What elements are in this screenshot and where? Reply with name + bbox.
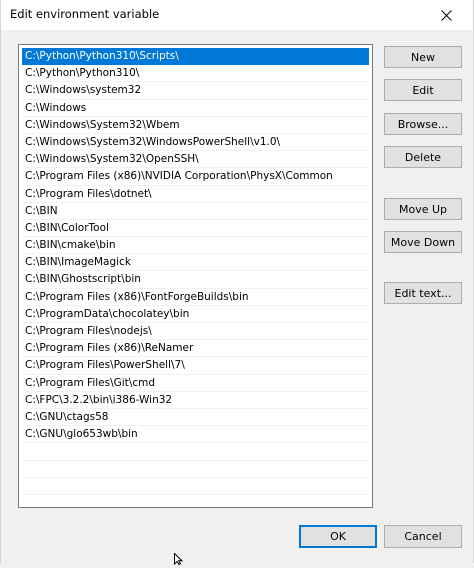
path-list-empty-row[interactable] — [22, 443, 369, 461]
browse-button[interactable]: Browse... — [384, 113, 462, 135]
path-list-items: C:\Python\Python310\Scripts\ C:\Python\Py… — [22, 48, 369, 495]
cancel-button[interactable]: Cancel — [384, 525, 462, 548]
edit-button[interactable]: Edit — [384, 79, 462, 101]
path-list-item[interactable]: C:\Python\Python310\Scripts\ — [22, 48, 369, 66]
path-list-item[interactable]: C:\Windows\System32\Wbem — [22, 117, 369, 134]
path-list-item[interactable]: C:\Windows — [22, 100, 369, 117]
path-list-item[interactable]: C:\BIN\Ghostscript\bin — [22, 271, 369, 289]
mouse-cursor-icon — [174, 552, 184, 568]
path-list-item[interactable]: C:\Windows\system32 — [22, 82, 369, 100]
edit-text-button[interactable]: Edit text... — [384, 282, 462, 304]
path-list-item[interactable]: C:\Python\Python310\ — [22, 65, 369, 83]
path-list-item[interactable]: C:\BIN\ColorTool — [22, 220, 369, 238]
edit-environment-variable-dialog: Edit environment variable C:\Python\Pyth… — [0, 0, 474, 566]
path-list-item[interactable]: C:\Program Files (x86)\FontForgeBuilds\b… — [22, 289, 369, 306]
path-list-item[interactable]: C:\ProgramData\chocolatey\bin — [22, 306, 369, 323]
ok-button[interactable]: OK — [299, 525, 377, 548]
path-list[interactable]: C:\Python\Python310\Scripts\ C:\Python\Py… — [18, 44, 373, 508]
path-list-item[interactable]: C:\FPC\3.2.2\bin\i386-Win32 — [22, 392, 369, 409]
new-button[interactable]: New — [384, 46, 462, 68]
move-up-button[interactable]: Move Up — [384, 198, 462, 220]
path-list-item[interactable]: C:\BIN — [22, 203, 369, 220]
path-list-empty-row[interactable] — [22, 478, 369, 495]
path-list-item[interactable]: C:\GNU\ctags58 — [22, 409, 369, 427]
delete-button[interactable]: Delete — [384, 146, 462, 168]
path-list-item[interactable]: C:\Program Files\nodejs\ — [22, 323, 369, 341]
window-title: Edit environment variable — [10, 7, 160, 21]
path-list-item[interactable]: C:\GNU\glo653wb\bin — [22, 426, 369, 444]
move-down-button[interactable]: Move Down — [384, 231, 462, 253]
close-button[interactable] — [421, 0, 471, 30]
path-list-item[interactable]: C:\Windows\System32\OpenSSH\ — [22, 151, 369, 169]
path-list-item[interactable]: C:\Program Files\PowerShell\7\ — [22, 357, 369, 375]
close-icon — [440, 9, 452, 21]
path-list-item[interactable]: C:\Program Files\dotnet\ — [22, 186, 369, 203]
path-list-item[interactable]: C:\Program Files\Git\cmd — [22, 375, 369, 392]
path-list-item[interactable]: C:\Program Files (x86)\NVIDIA Corporatio… — [22, 168, 369, 186]
path-list-item[interactable]: C:\BIN\cmake\bin — [22, 237, 369, 255]
path-list-item[interactable]: C:\Windows\System32\WindowsPowerShell\v1… — [22, 134, 369, 152]
path-list-empty-row[interactable] — [22, 461, 369, 478]
path-list-item[interactable]: C:\BIN\ImageMagick — [22, 254, 369, 272]
path-list-item[interactable]: C:\Program Files (x86)\ReNamer — [22, 340, 369, 358]
title-bar: Edit environment variable — [1, 0, 473, 30]
